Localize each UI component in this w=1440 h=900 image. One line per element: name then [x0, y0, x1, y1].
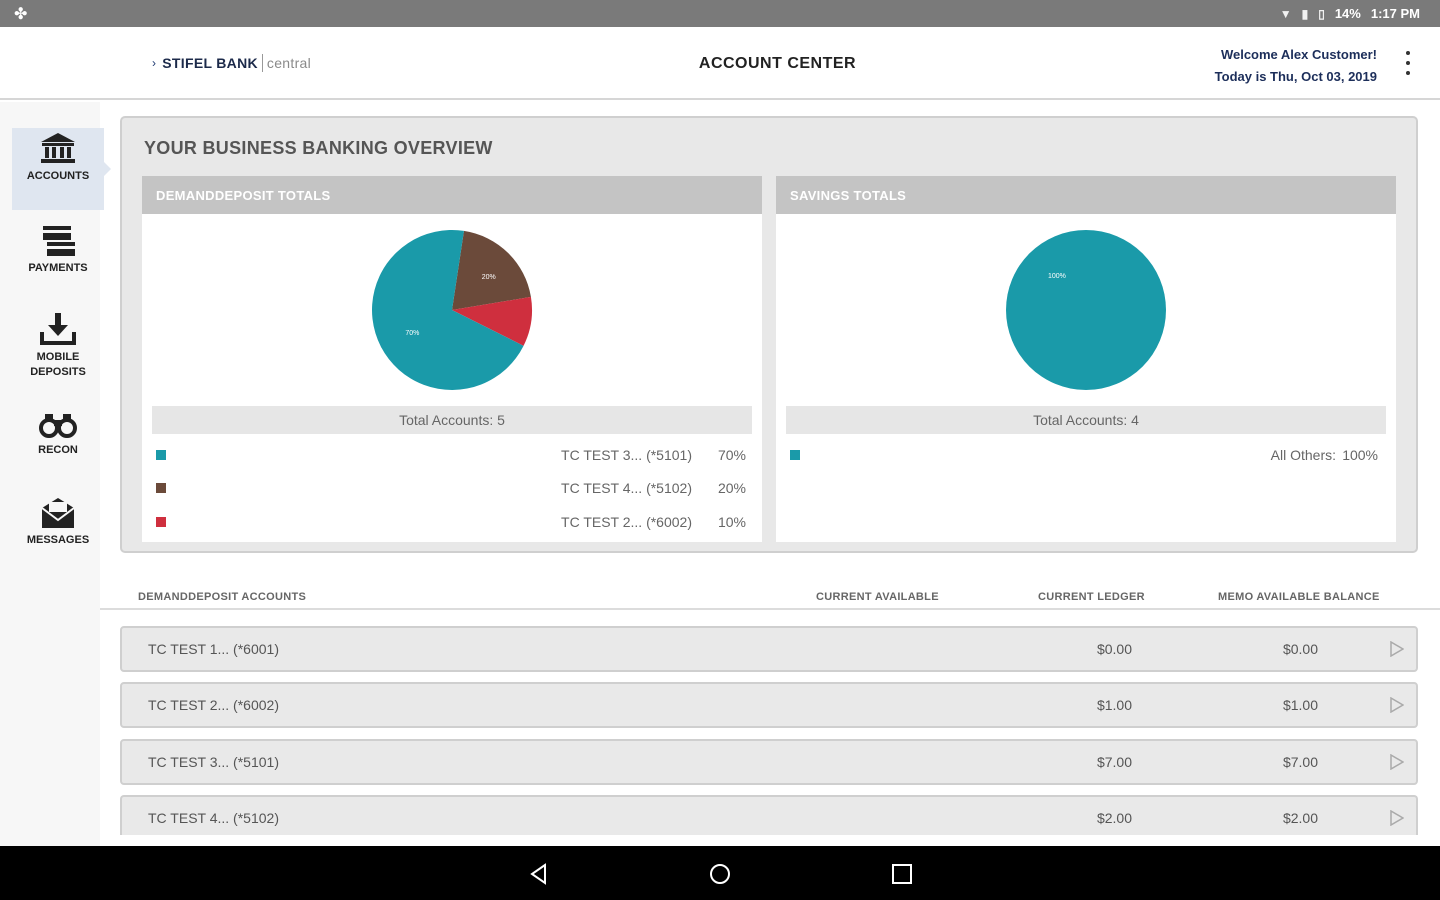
chevron-right-icon	[1390, 754, 1404, 770]
legend-label: All Others:	[1270, 447, 1336, 463]
payments-icon	[12, 220, 104, 258]
sidebar-item-recon[interactable]: RECON	[12, 402, 104, 484]
back-icon[interactable]	[527, 862, 551, 886]
chevron-right-icon	[1390, 810, 1404, 826]
signal-icon: ▮	[1301, 6, 1309, 21]
sidebar-item-mobile-deposits[interactable]: MOBILE DEPOSITS	[12, 308, 104, 398]
chevron-right-icon	[1390, 641, 1404, 657]
legend-percent: 100%	[1342, 447, 1378, 463]
demand-total-accounts: Total Accounts: 5	[152, 406, 752, 434]
memo-balance-value: $0.00	[1282, 641, 1318, 657]
demand-pie-slice-1[interactable]	[452, 230, 531, 310]
savings-pie-chart[interactable]: 100%	[776, 228, 1396, 392]
binoculars-icon	[12, 402, 104, 440]
recents-icon[interactable]	[890, 862, 914, 886]
account-name: TC TEST 1... (*6001)	[148, 641, 279, 657]
demand-totals-card: DEMANDDEPOSIT TOTALS 20% 70% Total Accoun…	[142, 176, 762, 542]
savings-pie-slice-label-0: 100%	[1048, 273, 1066, 280]
legend-swatch	[156, 450, 166, 460]
legend-item: All Others: 100%	[788, 446, 1382, 466]
account-name: TC TEST 3... (*5101)	[148, 754, 279, 770]
sidebar-item-payments[interactable]: PAYMENTS	[12, 220, 104, 302]
sidebar-item-label: MESSAGES	[26, 534, 90, 546]
col-memo-available: MEMO AVAILABLE BALANCE	[1218, 591, 1380, 603]
current-ledger-value: $7.00	[1096, 754, 1132, 770]
accounts-table-header: DEMANDDEPOSIT ACCOUNTS CURRENT AVAILABLE…	[100, 584, 1440, 610]
table-row[interactable]: TC TEST 3... (*5101) $7.00 $7.00	[120, 739, 1418, 785]
demand-totals-header: DEMANDDEPOSIT TOTALS	[142, 176, 762, 214]
legend-item: TC TEST 4... (*5102) 20%	[154, 479, 748, 499]
savings-total-accounts: Total Accounts: 4	[786, 406, 1386, 434]
current-ledger-value: $1.00	[1096, 697, 1132, 713]
app-header: › STIFEL BANK central ACCOUNT CENTER Wel…	[0, 27, 1440, 100]
welcome-block: Welcome Alex Customer! Today is Thu, Oct…	[1215, 44, 1377, 88]
battery-percent: 14%	[1334, 6, 1361, 21]
sidebar: ACCOUNTS PAYMENTS MOBILE DEPOSITS RECON …	[0, 102, 111, 846]
app-notification-icon: ✤	[14, 6, 28, 23]
home-icon[interactable]	[708, 862, 732, 886]
legend-percent: 70%	[717, 447, 746, 463]
memo-balance-value: $2.00	[1282, 810, 1318, 826]
download-icon	[12, 308, 104, 346]
memo-balance-value: $1.00	[1282, 697, 1318, 713]
legend-item: TC TEST 2... (*6002) 10%	[154, 513, 748, 533]
current-ledger-value: $2.00	[1096, 810, 1132, 826]
savings-totals-card: SAVINGS TOTALS 100% Total Accounts: 4 Al…	[776, 176, 1396, 542]
sidebar-item-messages[interactable]: MESSAGES	[12, 492, 104, 574]
legend-swatch	[156, 483, 166, 493]
legend-swatch	[156, 517, 166, 527]
demand-pie-slice-label-0: 70%	[405, 330, 419, 337]
sidebar-item-accounts[interactable]: ACCOUNTS	[12, 128, 111, 210]
legend-label: TC TEST 2... (*6002)	[561, 514, 692, 530]
envelope-icon	[12, 492, 104, 530]
battery-icon: ▯	[1318, 6, 1325, 21]
welcome-text: Welcome Alex Customer!	[1220, 47, 1377, 62]
demand-pie-chart[interactable]: 20% 70%	[142, 228, 762, 392]
date-text: Today is Thu, Oct 03, 2019	[1214, 69, 1377, 84]
overview-title: YOUR BUSINESS BANKING OVERVIEW	[144, 138, 493, 158]
clock: 1:17 PM	[1370, 6, 1420, 21]
current-ledger-value: $0.00	[1096, 641, 1132, 657]
bank-icon	[12, 128, 104, 166]
memo-balance-value: $7.00	[1282, 754, 1318, 770]
legend-item: TC TEST 3... (*5101) 70%	[154, 446, 748, 466]
sidebar-item-label: MOBILE DEPOSITS	[30, 351, 86, 378]
overflow-menu-icon[interactable]	[1404, 51, 1412, 75]
col-current-ledger: CURRENT LEDGER	[1038, 591, 1145, 603]
status-bar: ✤ ▼ ▮ ▯ 14% 1:17 PM	[0, 0, 1440, 27]
sidebar-item-label: ACCOUNTS	[26, 170, 90, 182]
table-row[interactable]: TC TEST 4... (*5102) $2.00 $2.00	[120, 795, 1418, 835]
overview-panel: YOUR BUSINESS BANKING OVERVIEW DEMANDDEP…	[120, 116, 1418, 553]
table-row[interactable]: TC TEST 1... (*6001) $0.00 $0.00	[120, 626, 1418, 672]
table-row[interactable]: TC TEST 2... (*6002) $1.00 $1.00	[120, 682, 1418, 728]
sidebar-item-label: RECON	[38, 444, 78, 456]
demand-pie-slice-label-1: 20%	[482, 274, 496, 281]
savings-totals-header: SAVINGS TOTALS	[776, 176, 1396, 214]
legend-swatch	[790, 450, 800, 460]
savings-pie-slice-0[interactable]	[1006, 230, 1166, 390]
col-current-available: CURRENT AVAILABLE	[816, 591, 939, 603]
legend-percent: 10%	[717, 514, 746, 530]
account-name: TC TEST 4... (*5102)	[148, 810, 279, 826]
wifi-icon: ▼	[1279, 6, 1292, 21]
legend-label: TC TEST 3... (*5101)	[561, 447, 692, 463]
chevron-right-icon	[1390, 697, 1404, 713]
legend-percent: 20%	[717, 480, 746, 496]
account-name: TC TEST 2... (*6002)	[148, 697, 279, 713]
col-account: DEMANDDEPOSIT ACCOUNTS	[138, 591, 307, 603]
legend-label: TC TEST 4... (*5102)	[561, 480, 692, 496]
sidebar-item-label: PAYMENTS	[28, 262, 88, 274]
system-nav-bar	[0, 846, 1440, 900]
